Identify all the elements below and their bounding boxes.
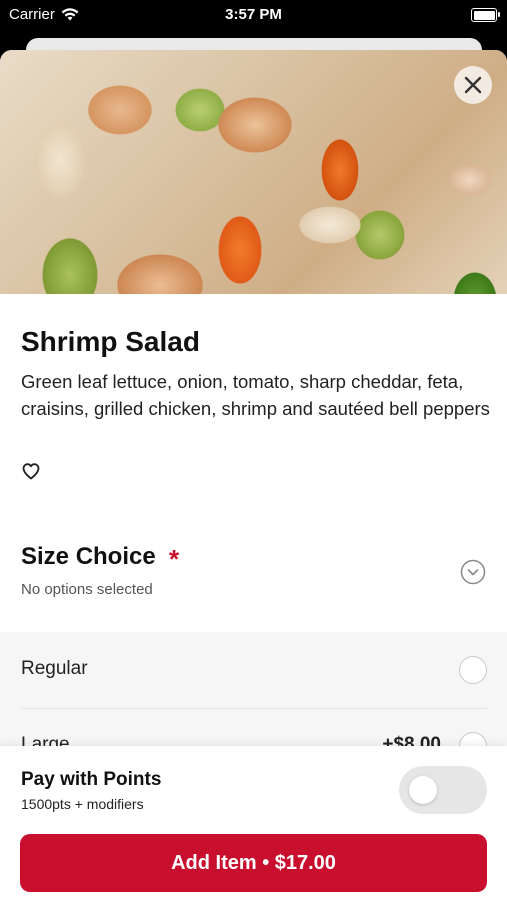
option-radio[interactable]: [459, 656, 487, 684]
toggle-knob: [409, 776, 437, 804]
close-button[interactable]: [454, 66, 492, 104]
status-time: 3:57 PM: [225, 6, 282, 23]
size-choice-title: Size Choice: [21, 543, 156, 570]
status-bar: Carrier 3:57 PM: [0, 0, 507, 30]
chevron-down-circle-icon[interactable]: [460, 559, 486, 585]
battery-icon: [471, 8, 500, 22]
add-item-button[interactable]: Add Item • $17.00: [20, 834, 487, 892]
pay-with-points-title: Pay with Points: [21, 769, 162, 790]
required-marker: *: [169, 544, 180, 574]
heart-outline-icon[interactable]: [21, 461, 41, 481]
item-detail-sheet: Shrimp Salad Green leaf lettuce, onion, …: [0, 50, 507, 900]
size-option-regular[interactable]: Regular: [21, 632, 487, 709]
close-icon: [464, 76, 482, 94]
size-choice-subtitle: No options selected: [21, 581, 153, 598]
checkout-footer: Pay with Points 1500pts + modifiers Add …: [0, 746, 507, 900]
item-description: Green leaf lettuce, onion, tomato, sharp…: [21, 371, 490, 419]
pay-with-points-subtitle: 1500pts + modifiers: [21, 796, 144, 812]
item-photo: [0, 50, 507, 294]
pay-with-points-toggle[interactable]: [399, 766, 487, 814]
option-label: Regular: [21, 658, 88, 679]
item-title: Shrimp Salad: [21, 326, 200, 357]
